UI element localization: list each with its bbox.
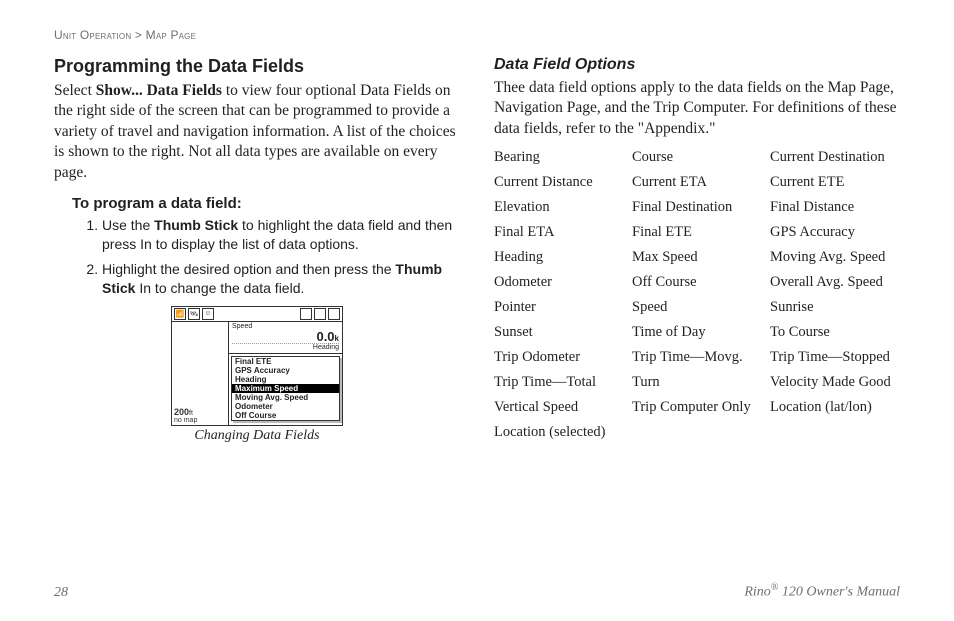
menu-item: Final ETE [232, 357, 339, 366]
left-heading: Programming the Data Fields [54, 56, 460, 77]
left-intro: Select Show... Data Fields to view four … [54, 81, 460, 183]
person-icon: ☺ [202, 308, 214, 320]
content-columns: Programming the Data Fields Select Show.… [54, 52, 900, 444]
device-screenshot: 📶 🛰 ☺ 200ft [171, 306, 343, 426]
option: Course [632, 149, 762, 166]
option: Moving Avg. Speed [770, 249, 900, 266]
option: Current Destination [770, 149, 900, 166]
menu-item: Moving Avg. Speed [232, 393, 339, 402]
status-right-icons [300, 308, 340, 320]
option: Max Speed [632, 249, 762, 266]
scale-unit: ft [189, 410, 193, 417]
left-column: Programming the Data Fields Select Show.… [54, 52, 460, 444]
product-post: 120 Owner's Manual [778, 585, 900, 600]
map-scale: 200ft no map [174, 408, 197, 424]
option: Final Distance [770, 199, 900, 216]
option: GPS Accuracy [770, 224, 900, 241]
radio-icon: 🛰 [188, 308, 200, 320]
menu-item: Heading [232, 375, 339, 384]
heading-label: Heading [232, 343, 339, 351]
menu-item: Odometer [232, 402, 339, 411]
no-map-label: no map [174, 417, 197, 424]
step-1: Use the Thumb Stick to highlight the dat… [102, 216, 460, 254]
manual-page: Unit Operation > Map Page Programming th… [0, 0, 954, 621]
right-column: Data Field Options Thee data field optio… [494, 52, 900, 444]
step-2: Highlight the desired option and then pr… [102, 260, 460, 298]
option: Pointer [494, 299, 624, 316]
option: Vertical Speed [494, 399, 624, 416]
option: Speed [632, 299, 762, 316]
option: Current ETA [632, 174, 762, 191]
step2-post: In to change the data field. [135, 280, 304, 296]
option: Final ETA [494, 224, 624, 241]
option: Off Course [632, 274, 762, 291]
breadcrumb-page: Map Page [146, 28, 197, 42]
breadcrumb: Unit Operation > Map Page [54, 28, 900, 42]
option: Trip Time—Stopped [770, 349, 900, 366]
breadcrumb-section: Unit Operation [54, 28, 131, 42]
speed-field: Speed 0.0k Heading [229, 322, 342, 354]
menu-icon [314, 308, 326, 320]
figure-caption: Changing Data Fields [54, 428, 460, 444]
option: Current ETE [770, 174, 900, 191]
speed-value-row: 0.0k [232, 330, 339, 343]
step2-pre: Highlight the desired option and then pr… [102, 261, 395, 277]
scale-value: 200 [174, 407, 189, 417]
intro-pre: Select [54, 82, 96, 99]
option: Heading [494, 249, 624, 266]
data-field-menu: Final ETE GPS Accuracy Heading Maximum S… [231, 356, 340, 421]
option: Final ETE [632, 224, 762, 241]
option: Trip Time—Movg. [632, 349, 762, 366]
option: Current Distance [494, 174, 624, 191]
option: Location (selected) [494, 424, 624, 441]
menu-item-selected: Maximum Speed [232, 384, 339, 393]
device-status-bar: 📶 🛰 ☺ [172, 307, 342, 322]
option: Elevation [494, 199, 624, 216]
product-pre: Rino [744, 585, 770, 600]
steps-list: Use the Thumb Stick to highlight the dat… [72, 216, 460, 298]
option: Velocity Made Good [770, 374, 900, 391]
option: To Course [770, 324, 900, 341]
figure: 📶 🛰 ☺ 200ft [54, 306, 460, 444]
battery-icon [300, 308, 312, 320]
speed-value: 0.0 [316, 329, 334, 344]
data-field-options-table: Bearing Course Current Destination Curre… [494, 149, 900, 441]
option: Bearing [494, 149, 624, 166]
status-left-icons: 📶 🛰 ☺ [174, 308, 214, 320]
speed-k: k [335, 334, 339, 343]
option: Trip Time—Total [494, 374, 624, 391]
step1-bold: Thumb Stick [154, 217, 238, 233]
right-heading: Data Field Options [494, 56, 900, 74]
option: Sunrise [770, 299, 900, 316]
option [632, 424, 762, 441]
option: Sunset [494, 324, 624, 341]
breadcrumb-separator: > [135, 28, 142, 42]
step1-pre: Use the [102, 217, 154, 233]
option: Trip Odometer [494, 349, 624, 366]
menu-item: Off Course [232, 411, 339, 420]
signal-icon: 📶 [174, 308, 186, 320]
page-footer: 28 Rino® 120 Owner's Manual [54, 582, 900, 601]
product-title: Rino® 120 Owner's Manual [744, 582, 900, 601]
option: Final Destination [632, 199, 762, 216]
option [770, 424, 900, 441]
option: Time of Day [632, 324, 762, 341]
intro-bold: Show... Data Fields [96, 82, 222, 99]
right-intro: Thee data field options apply to the dat… [494, 78, 900, 139]
left-subheading: To program a data field: [72, 195, 460, 212]
option: Turn [632, 374, 762, 391]
page-number: 28 [54, 585, 68, 601]
option: Location (lat/lon) [770, 399, 900, 416]
device-right-pane: Speed 0.0k Heading Final ETE GPS Accurac… [229, 322, 342, 426]
close-icon [328, 308, 340, 320]
option: Trip Computer Only [632, 399, 762, 416]
menu-item: GPS Accuracy [232, 366, 339, 375]
option: Odometer [494, 274, 624, 291]
device-body: 200ft no map Speed 0.0k Heading Fi [172, 322, 342, 426]
option: Overall Avg. Speed [770, 274, 900, 291]
device-map-area: 200ft no map [172, 322, 229, 426]
